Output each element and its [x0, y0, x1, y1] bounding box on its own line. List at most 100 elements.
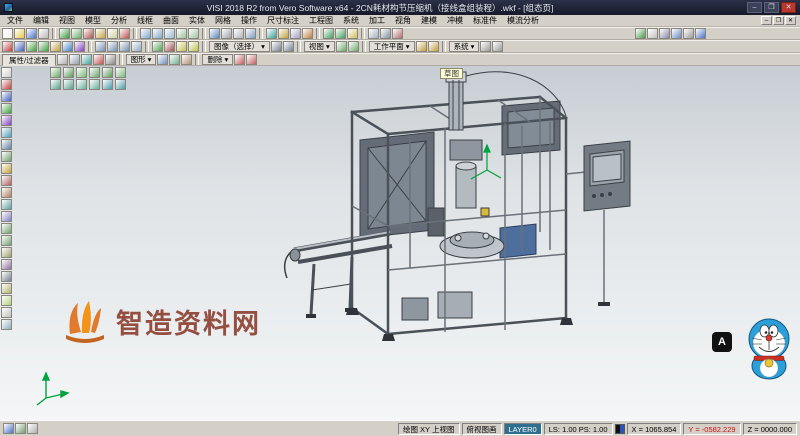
- boolean-subtract-icon[interactable]: [164, 41, 175, 52]
- properties-filter-tab[interactable]: 属性/过滤器: [2, 54, 56, 66]
- mesh-tool-icon[interactable]: [1, 151, 12, 162]
- maximize-button[interactable]: ❐: [764, 2, 779, 13]
- sketch-tool-icon[interactable]: [1, 163, 12, 174]
- point-icon[interactable]: [2, 41, 13, 52]
- menu-item-1[interactable]: 编辑: [28, 15, 54, 26]
- selection-filter-icon[interactable]: [368, 28, 379, 39]
- workplane-custom-icon[interactable]: [428, 41, 439, 52]
- view-name-indicator[interactable]: 俯视图画: [462, 423, 502, 435]
- open-file-icon[interactable]: [14, 28, 25, 39]
- properties-icon[interactable]: [380, 28, 391, 39]
- view-front-icon[interactable]: [76, 67, 87, 78]
- menu-item-9[interactable]: 操作: [236, 15, 262, 26]
- toolbar-group-label[interactable]: 系统 ▾: [449, 41, 480, 52]
- zoom-fit-icon[interactable]: [152, 28, 163, 39]
- wireframe-view-icon[interactable]: [221, 28, 232, 39]
- menu-item-4[interactable]: 分析: [106, 15, 132, 26]
- layer-color-chip[interactable]: [615, 424, 625, 434]
- zoom-previous-icon[interactable]: [164, 28, 175, 39]
- view-top-icon[interactable]: [50, 67, 61, 78]
- array-tool-icon[interactable]: [1, 259, 12, 270]
- close-button[interactable]: ✕: [781, 2, 796, 13]
- save-icon[interactable]: [26, 28, 37, 39]
- isolate-tool-icon[interactable]: [1, 319, 12, 330]
- delete-icon[interactable]: [119, 28, 130, 39]
- toolbar-group-label[interactable]: 图形 ▾: [126, 54, 157, 65]
- lock-tool-icon[interactable]: [1, 307, 12, 318]
- database-icon[interactable]: [671, 28, 682, 39]
- sweep-icon[interactable]: [119, 41, 130, 52]
- menu-item-17[interactable]: 标准件: [468, 15, 502, 26]
- rectangle-icon[interactable]: [50, 41, 61, 52]
- trim-tool-icon[interactable]: [1, 175, 12, 186]
- view-back-icon[interactable]: [89, 67, 100, 78]
- view-fit-all-icon[interactable]: [102, 79, 113, 90]
- curve-tool-icon[interactable]: [1, 115, 12, 126]
- calculator-icon[interactable]: [659, 28, 670, 39]
- render-mode-icon[interactable]: [283, 41, 294, 52]
- attribute-edit-icon[interactable]: [57, 54, 68, 65]
- offset-tool-icon[interactable]: [1, 199, 12, 210]
- group-tool-icon[interactable]: [1, 271, 12, 282]
- move-tool-icon[interactable]: [1, 223, 12, 234]
- view-preset-icon[interactable]: [336, 41, 347, 52]
- menu-item-6[interactable]: 曲面: [158, 15, 184, 26]
- view-iso-nw-icon[interactable]: [63, 79, 74, 90]
- workplane-icon[interactable]: [278, 28, 289, 39]
- menu-item-14[interactable]: 视角: [390, 15, 416, 26]
- boolean-union-icon[interactable]: [152, 41, 163, 52]
- surface-tool-icon[interactable]: [1, 127, 12, 138]
- select-tool-icon[interactable]: [1, 67, 12, 78]
- layer-list-icon[interactable]: [81, 54, 92, 65]
- menu-item-12[interactable]: 系统: [338, 15, 364, 26]
- circle-tool-icon[interactable]: [1, 103, 12, 114]
- graphic-select-icon[interactable]: [157, 54, 168, 65]
- object-snap-icon[interactable]: [302, 28, 313, 39]
- spline-icon[interactable]: [74, 41, 85, 52]
- circle-icon[interactable]: [38, 41, 49, 52]
- line-icon[interactable]: [14, 41, 25, 52]
- analysis-icon[interactable]: [635, 28, 646, 39]
- revolve-icon[interactable]: [107, 41, 118, 52]
- menu-item-3[interactable]: 模型: [80, 15, 106, 26]
- show-tool-icon[interactable]: [1, 295, 12, 306]
- view-bottom-icon[interactable]: [63, 67, 74, 78]
- workplane-xy-icon[interactable]: [416, 41, 427, 52]
- pan-icon[interactable]: [176, 28, 187, 39]
- loft-icon[interactable]: [131, 41, 142, 52]
- redo-icon[interactable]: [71, 28, 82, 39]
- paste-icon[interactable]: [107, 28, 118, 39]
- menu-item-18[interactable]: 模流分析: [502, 15, 544, 26]
- line-tool-icon[interactable]: [1, 91, 12, 102]
- menu-item-0[interactable]: 文件: [2, 15, 28, 26]
- new-file-icon[interactable]: [2, 28, 13, 39]
- menu-item-2[interactable]: 视图: [54, 15, 80, 26]
- filter-icon[interactable]: [69, 54, 80, 65]
- toolbar-group-label[interactable]: 图像（选择） ▾: [209, 41, 270, 52]
- undo-icon[interactable]: [59, 28, 70, 39]
- fillet-icon[interactable]: [176, 41, 187, 52]
- ortho-toggle-icon[interactable]: [15, 423, 26, 434]
- menu-item-7[interactable]: 实体: [184, 15, 210, 26]
- menu-item-15[interactable]: 建模: [416, 15, 442, 26]
- view-orient-icon[interactable]: [348, 41, 359, 52]
- mdi-restore-button[interactable]: ❐: [773, 16, 784, 25]
- system-config-icon[interactable]: [492, 41, 503, 52]
- view-iso-se-icon[interactable]: [76, 79, 87, 90]
- rotate-tool-icon[interactable]: [1, 235, 12, 246]
- report-icon[interactable]: [647, 28, 658, 39]
- system-options-icon[interactable]: [480, 41, 491, 52]
- cut-icon[interactable]: [83, 28, 94, 39]
- graphic-hide-icon[interactable]: [169, 54, 180, 65]
- polyline-icon[interactable]: [62, 41, 73, 52]
- menu-item-13[interactable]: 加工: [364, 15, 390, 26]
- line-style-icon[interactable]: [105, 54, 116, 65]
- settings-icon[interactable]: [683, 28, 694, 39]
- toolbar-group-label[interactable]: 删除 ▾: [202, 54, 233, 65]
- extrude-icon[interactable]: [95, 41, 106, 52]
- graphic-show-icon[interactable]: [181, 54, 192, 65]
- menu-item-16[interactable]: 冲模: [442, 15, 468, 26]
- grid-snap-icon[interactable]: [290, 28, 301, 39]
- hide-tool-icon[interactable]: [1, 283, 12, 294]
- view-iso-sw-icon[interactable]: [89, 79, 100, 90]
